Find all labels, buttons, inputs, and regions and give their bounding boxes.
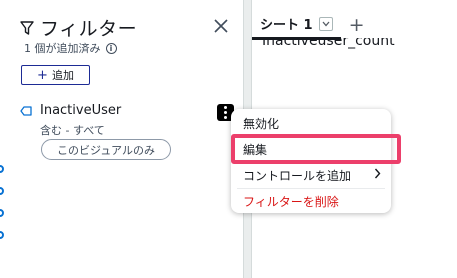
- filter-count: 1 個が追加済み i: [24, 40, 117, 56]
- visual-title-text: Inactiveuser_count: [262, 38, 395, 49]
- filter-context-menu: 無効化 編集 コントロールを追加 フィルターを削除: [231, 109, 391, 213]
- filter-item[interactable]: InactiveUser 含む - すべて このビジュアルのみ: [18, 102, 243, 172]
- close-icon[interactable]: [213, 18, 229, 34]
- filter-count-text: 1 個が追加済み: [24, 42, 101, 55]
- menu-item-delete-filter[interactable]: フィルターを削除: [243, 193, 339, 210]
- gutter-handle[interactable]: [0, 187, 4, 195]
- tab-sheet-1[interactable]: シート 1: [252, 10, 341, 40]
- add-filter-button[interactable]: + 追加: [21, 65, 90, 85]
- menu-divider: [237, 188, 385, 189]
- filter-scope-badge[interactable]: このビジュアルのみ: [41, 139, 171, 160]
- menu-item-add-control[interactable]: コントロールを追加: [243, 167, 351, 184]
- menu-divider: [237, 135, 385, 136]
- add-filter-label: 追加: [51, 69, 74, 82]
- info-icon[interactable]: i: [105, 42, 117, 54]
- menu-divider: [237, 163, 385, 164]
- menu-item-disable[interactable]: 無効化: [243, 115, 279, 132]
- gutter-handle[interactable]: [0, 231, 4, 239]
- chevron-down-icon[interactable]: [318, 16, 333, 31]
- plus-icon: +: [37, 67, 48, 83]
- panel-title: フィルター: [40, 18, 138, 40]
- tag-icon: [20, 106, 32, 116]
- sheet-tabbar: シート 1 +: [252, 10, 365, 40]
- filter-panel: フィルター 1 個が追加済み i + 追加 InactiveUser 含む - …: [6, 0, 243, 278]
- plus-icon[interactable]: +: [349, 15, 365, 35]
- visual-title: Inactiveuser_count: [262, 38, 395, 54]
- filter-field-name: InactiveUser: [40, 103, 122, 118]
- gutter-handle[interactable]: [0, 209, 4, 217]
- panel-header: フィルター: [20, 14, 137, 41]
- tab-label: シート 1: [260, 18, 313, 33]
- filter-condition: 含む - すべて: [40, 124, 105, 137]
- gutter-handle[interactable]: [0, 165, 4, 173]
- chevron-right-icon: [374, 168, 381, 179]
- menu-item-edit[interactable]: 編集: [243, 141, 267, 158]
- filter-icon: [20, 20, 34, 35]
